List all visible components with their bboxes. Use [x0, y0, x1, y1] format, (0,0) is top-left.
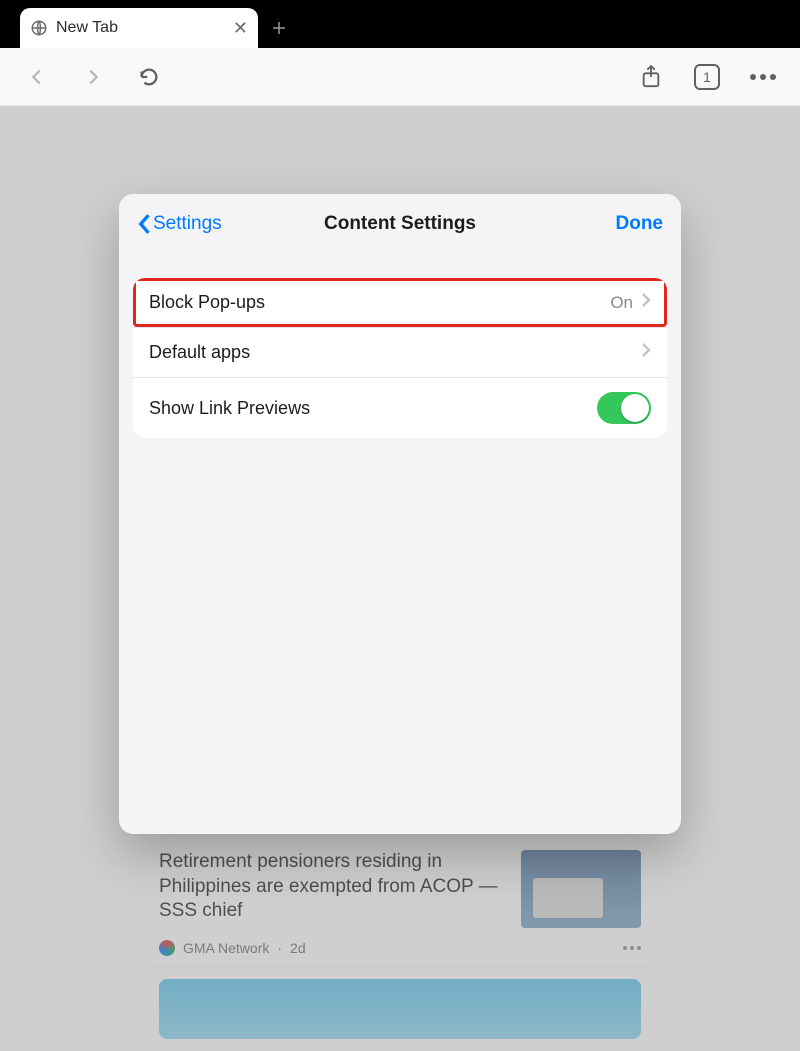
- block-popups-value: On: [610, 293, 633, 313]
- forward-button[interactable]: [80, 64, 106, 90]
- browser-tab[interactable]: New Tab ✕: [20, 8, 258, 48]
- more-menu-button[interactable]: [750, 74, 776, 80]
- close-tab-icon[interactable]: ✕: [233, 19, 248, 37]
- back-label: Settings: [153, 213, 222, 235]
- settings-back-button[interactable]: Settings: [137, 213, 222, 235]
- reload-button[interactable]: [136, 64, 162, 90]
- default-apps-label: Default apps: [149, 342, 250, 363]
- settings-group: Block Pop-ups On Default apps Show Link …: [133, 278, 667, 438]
- globe-icon: [30, 19, 48, 37]
- tabs-button[interactable]: 1: [694, 64, 720, 90]
- block-popups-label: Block Pop-ups: [149, 292, 265, 313]
- modal-overlay: Settings Content Settings Done Block Pop…: [0, 106, 800, 1051]
- tab-bar: New Tab ✕: [0, 0, 800, 48]
- done-button[interactable]: Done: [616, 213, 664, 235]
- browser-toolbar: 1: [0, 48, 800, 106]
- row-block-popups[interactable]: Block Pop-ups On: [133, 278, 667, 327]
- row-default-apps[interactable]: Default apps: [133, 327, 667, 377]
- link-previews-label: Show Link Previews: [149, 398, 310, 419]
- back-button[interactable]: [24, 64, 50, 90]
- tab-count: 1: [703, 69, 711, 85]
- chevron-right-icon: [641, 342, 651, 363]
- chevron-right-icon: [641, 292, 651, 313]
- share-button[interactable]: [638, 64, 664, 90]
- row-link-previews: Show Link Previews: [133, 377, 667, 438]
- link-previews-toggle[interactable]: [597, 392, 651, 424]
- content-settings-modal: Settings Content Settings Done Block Pop…: [119, 194, 681, 834]
- new-tab-button[interactable]: [258, 8, 300, 48]
- modal-header: Settings Content Settings Done: [119, 194, 681, 254]
- tab-title: New Tab: [56, 19, 225, 37]
